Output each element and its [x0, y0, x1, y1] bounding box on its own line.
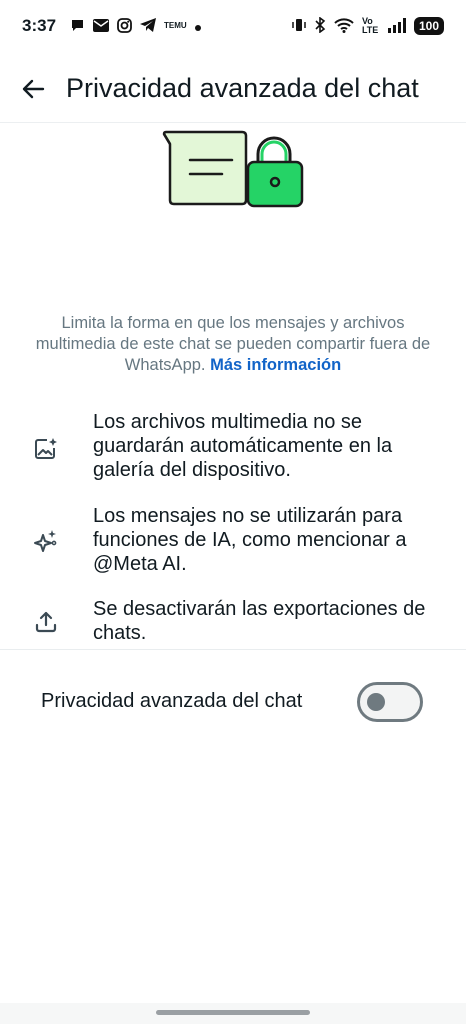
page-title: Privacidad avanzada del chat: [66, 73, 419, 103]
chat-lock-illustration: [162, 130, 308, 212]
status-right: Vo LTE 100: [291, 16, 444, 35]
toggle-knob: [367, 693, 385, 711]
image-sparkle-icon: [33, 436, 59, 462]
vibrate-icon: [291, 17, 307, 35]
advanced-privacy-toggle-row[interactable]: Privacidad avanzada del chat: [0, 662, 466, 742]
ai-sparkle-icon: [33, 528, 59, 554]
wifi-icon: [334, 17, 354, 35]
home-indicator[interactable]: [156, 1010, 310, 1015]
arrow-back-icon: [22, 79, 45, 98]
toggle-label: Privacidad avanzada del chat: [41, 690, 303, 712]
description: Limita la forma en que los mensajes y ar…: [24, 313, 442, 376]
temu-icon: TEMU: [164, 21, 187, 30]
battery-indicator: 100: [413, 17, 444, 35]
mail-icon: [93, 18, 110, 34]
signal-icon: [387, 17, 406, 35]
app-bar: Privacidad avanzada del chat: [0, 55, 466, 123]
feature-text: Los archivos multimedia no se guardarán …: [93, 411, 393, 481]
volte-icon: Vo LTE: [361, 16, 379, 35]
dot-icon: [194, 19, 201, 33]
navigation-bar: [0, 1003, 466, 1024]
back-button[interactable]: [16, 72, 50, 106]
divider: [0, 649, 466, 650]
advanced-privacy-toggle[interactable]: [357, 682, 423, 722]
instagram-icon: [117, 17, 132, 35]
feature-item: Se desactivarán las exportaciones de cha…: [0, 597, 466, 645]
more-info-link[interactable]: Más información: [210, 356, 341, 374]
feature-item: Los mensajes no se utilizarán para funci…: [0, 504, 466, 584]
bluetooth-icon: [315, 16, 326, 35]
telegram-icon: [140, 18, 157, 34]
status-left: 3:37 TEMU: [22, 16, 201, 36]
chat-bubble-icon: [70, 18, 85, 35]
feature-item: Los archivos multimedia no se guardarán …: [0, 410, 466, 490]
upload-icon: [33, 609, 59, 635]
status-bar: 3:37 TEMU Vo LTE 100: [0, 0, 466, 52]
feature-text: Los mensajes no se utilizarán para funci…: [93, 505, 407, 575]
feature-text: Se desactivarán las exportaciones de cha…: [93, 598, 426, 644]
status-time: 3:37: [22, 16, 57, 35]
